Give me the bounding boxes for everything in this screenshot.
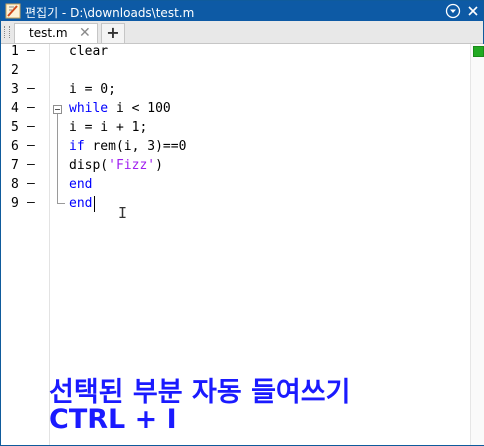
- code-analyzer-status-icon[interactable]: [473, 46, 484, 57]
- fold-guide-line: [57, 114, 58, 204]
- breakpoint-marker[interactable]: –: [27, 176, 35, 191]
- string-literal: 'Fizz': [108, 158, 156, 173]
- line-number: 5: [11, 120, 19, 135]
- code-line-5[interactable]: 5 – i = i + 1;: [1, 119, 461, 139]
- fold-guide-end: [57, 203, 65, 204]
- breakpoint-marker[interactable]: –: [27, 100, 35, 115]
- matlab-editor-icon: [5, 3, 21, 19]
- line-number: 2: [11, 63, 19, 78]
- fold-toggle-icon[interactable]: [53, 105, 62, 114]
- line-number: 7: [11, 158, 19, 173]
- line-number: 3: [11, 82, 19, 97]
- code-line-9[interactable]: 9 – end: [1, 195, 461, 215]
- code-line-3[interactable]: 3 – i = 0;: [1, 81, 461, 101]
- code-post: ): [155, 158, 163, 173]
- drag-grip-icon[interactable]: [4, 26, 10, 38]
- line-number: 1: [11, 44, 19, 59]
- code-text: while i < 100: [69, 101, 171, 116]
- breakpoint-marker[interactable]: –: [27, 43, 35, 58]
- line-number: 6: [11, 139, 19, 154]
- line-number: 9: [11, 196, 19, 211]
- code-text: i = 0;: [69, 82, 116, 97]
- breakpoint-marker[interactable]: –: [27, 119, 35, 134]
- keyword: end: [69, 196, 93, 211]
- chevron-down-circle-icon[interactable]: [445, 3, 461, 19]
- code-text: end: [69, 177, 92, 192]
- keyword: while: [69, 101, 109, 116]
- breakpoint-marker[interactable]: –: [27, 138, 35, 153]
- tab-label: test.m: [29, 26, 68, 40]
- caption-line-2: CTRL + I: [49, 404, 177, 435]
- code-text: disp('Fizz'): [69, 158, 163, 173]
- vertical-scrollbar[interactable]: [470, 44, 484, 445]
- tab-test-m[interactable]: test.m ✕: [14, 23, 98, 43]
- line-number: 8: [11, 177, 19, 192]
- title-bar[interactable]: 편집기 - D:\downloads\test.m: [1, 1, 483, 21]
- code-text: i = i + 1;: [69, 120, 148, 135]
- code-text: if rem(i, 3)==0: [69, 139, 186, 154]
- code-line-7[interactable]: 7 – disp('Fizz'): [1, 157, 461, 177]
- code-text: clear: [69, 44, 109, 59]
- code-rest: i < 100: [108, 101, 171, 116]
- editor-window: 편집기 - D:\downloads\test.m test.m ✕ + 1 –…: [0, 0, 484, 446]
- tab-bar: test.m ✕ +: [1, 21, 483, 44]
- line-number: 4: [11, 101, 19, 116]
- ibeam-cursor-icon: I: [118, 204, 128, 222]
- breakpoint-marker[interactable]: –: [27, 157, 35, 172]
- code-line-2[interactable]: 2: [1, 63, 461, 82]
- keyword: if: [69, 139, 85, 154]
- code-line-6[interactable]: 6 – if rem(i, 3)==0: [1, 138, 461, 158]
- tab-close-icon[interactable]: ✕: [79, 25, 91, 41]
- code-editor[interactable]: 1 – clear 2 3 – i = 0; 4 – while i < 100…: [1, 43, 484, 445]
- code-line-1[interactable]: 1 – clear: [1, 43, 461, 63]
- breakpoint-marker[interactable]: –: [27, 195, 35, 210]
- code-rest: rem(i, 3)==0: [84, 139, 187, 154]
- code-text: end: [69, 196, 92, 211]
- add-tab-button[interactable]: +: [101, 23, 125, 43]
- code-line-8[interactable]: 8 – end: [1, 176, 461, 196]
- close-icon[interactable]: [465, 3, 481, 19]
- breakpoint-marker[interactable]: –: [27, 81, 35, 96]
- text-caret: [94, 196, 95, 212]
- code-line-4[interactable]: 4 – while i < 100: [1, 100, 461, 120]
- keyword: end: [69, 177, 93, 192]
- window-title: 편집기 - D:\downloads\test.m: [25, 6, 195, 20]
- code-pre: disp(: [69, 158, 109, 173]
